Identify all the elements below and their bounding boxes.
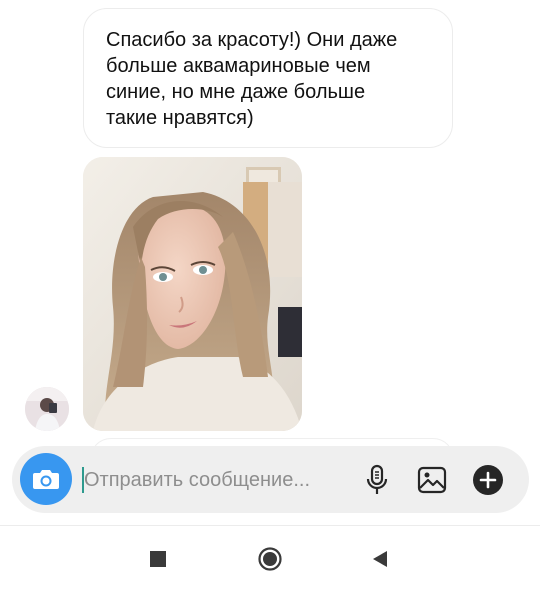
more-options-button[interactable] (468, 460, 508, 500)
voice-message-button[interactable] (357, 460, 397, 500)
selfie-photo (83, 157, 302, 431)
message-bubble[interactable]: Спасибо за красоту!) Они даже больше акв… (83, 8, 453, 148)
message-line: Спасибо за красоту!) Они даже (106, 29, 398, 51)
microphone-icon (366, 464, 388, 494)
camera-button[interactable] (20, 453, 72, 505)
circle-icon (258, 547, 282, 571)
gallery-button[interactable] (412, 460, 452, 500)
plus-circle-icon (473, 465, 503, 495)
recents-button[interactable] (144, 545, 172, 573)
sender-avatar[interactable] (25, 387, 69, 431)
avatar-image (25, 387, 69, 431)
square-icon (150, 551, 166, 567)
gallery-icon (417, 466, 447, 494)
message-input[interactable] (82, 462, 354, 498)
photo-message[interactable] (83, 157, 302, 431)
camera-icon (33, 470, 59, 489)
message-line: больше аквамариновые чем (106, 55, 371, 77)
triangle-back-icon (373, 551, 387, 567)
message-line: такие нравятся) (106, 107, 254, 129)
message-line: синие, но мне даже больше (106, 81, 366, 103)
back-button[interactable] (366, 545, 394, 573)
home-button[interactable] (256, 545, 284, 573)
text-cursor (82, 467, 84, 493)
